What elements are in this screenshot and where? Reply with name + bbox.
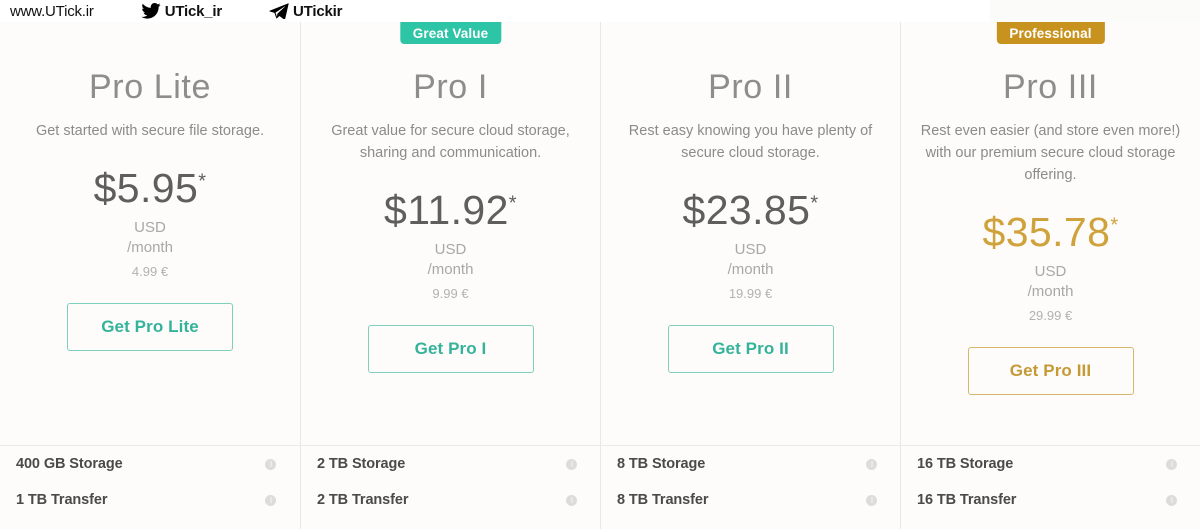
currency-period: /month <box>427 260 474 278</box>
currency-period: /month <box>1027 282 1074 300</box>
feature-row: 16 TB Transfer <box>901 482 1200 518</box>
plan-description: Rest even easier (and store even more!) … <box>920 123 1181 184</box>
feature-row: 2 TB Storage <box>301 446 601 482</box>
feature-label: 16 TB Transfer <box>917 492 1017 508</box>
feature-label: 8 TB Transfer <box>617 492 709 508</box>
professional-badge: Professional <box>996 22 1105 44</box>
info-icon[interactable] <box>566 458 577 470</box>
get-pro-lite-button[interactable]: Get Pro Lite <box>67 302 233 351</box>
euro-price: 9.99 € <box>432 285 469 301</box>
watermark-twitter: UTick_ir <box>140 3 222 20</box>
plan-name: Pro Lite <box>89 68 211 106</box>
great-value-badge: Great Value <box>399 22 502 44</box>
feature-row: 8 TB Transfer <box>601 482 901 518</box>
pricing-page: Pro Lite Get started with secure file st… <box>0 0 1200 529</box>
euro-price: 4.99 € <box>131 263 169 279</box>
price-amount: $5.95 <box>93 165 199 212</box>
feature-label: 2 TB Transfer <box>317 492 409 508</box>
feature-label: 16 TB Storage <box>917 456 1014 472</box>
info-icon[interactable] <box>1166 494 1177 506</box>
cta-wrapper: Get Pro Lite <box>0 302 300 351</box>
pricing-card-pro-lite[interactable]: Pro Lite Get started with secure file st… <box>0 22 300 529</box>
feature-label: 400 GB Storage <box>16 456 123 472</box>
currency-code: USD <box>1034 263 1067 281</box>
price-currency: USD /month <box>0 218 300 258</box>
euro-price: 29.99 € <box>1028 307 1073 323</box>
watermark-telegram-handle: UTickir <box>293 2 343 20</box>
watermark-site: www.UTick.ir <box>10 3 94 20</box>
plan-price: $11.92* <box>384 190 517 231</box>
watermark-site-text: www.UTick.ir <box>10 2 94 20</box>
price-asterisk: * <box>198 170 207 193</box>
pricing-card-grid: Pro Lite Get started with secure file st… <box>0 22 1200 529</box>
price-block: $23.85* USD /month 19.99 € <box>601 190 900 301</box>
feature-row: 400 GB Storage <box>0 446 300 482</box>
telegram-paper-plane-icon <box>268 3 290 20</box>
feature-list: 2 TB Storage 2 TB Transfer <box>301 446 601 518</box>
plan-price: $5.95* <box>94 168 207 209</box>
watermark-bar: www.UTick.ir UTick_ir UTickir <box>0 0 1200 22</box>
feature-row: 16 TB Storage <box>901 446 1200 482</box>
twitter-bird-icon <box>140 3 162 19</box>
price-asterisk: * <box>810 192 819 215</box>
feature-row: 8 TB Storage <box>601 446 901 482</box>
watermark-telegram: UTickir <box>268 3 342 20</box>
plan-description: Great value for secure cloud storage, sh… <box>331 123 570 162</box>
plan-description: Rest easy knowing you have plenty of sec… <box>628 123 873 162</box>
plan-name: Pro II <box>708 68 793 106</box>
price-asterisk: * <box>508 192 517 215</box>
cta-wrapper: Get Pro I <box>301 324 600 373</box>
price-asterisk: * <box>1110 214 1119 237</box>
currency-code: USD <box>434 241 467 259</box>
pricing-card-pro-ii[interactable]: Pro II Rest easy knowing you have plenty… <box>600 22 901 529</box>
feature-label: 2 TB Storage <box>317 456 406 472</box>
feature-label: 8 TB Storage <box>617 456 706 472</box>
feature-row: 1 TB Transfer <box>0 482 300 518</box>
euro-price: 19.99 € <box>728 285 773 301</box>
currency-period: /month <box>127 238 173 256</box>
plan-description: Get started with secure file storage. <box>35 123 265 139</box>
price-amount: $23.85 <box>682 187 811 234</box>
get-pro-iii-button[interactable]: Get Pro III <box>967 346 1134 395</box>
get-pro-ii-button[interactable]: Get Pro II <box>667 324 834 373</box>
watermark-filler <box>990 0 1200 22</box>
currency-code: USD <box>134 219 166 237</box>
plan-price: $35.78* <box>983 212 1119 253</box>
info-icon[interactable] <box>1166 458 1177 470</box>
pricing-card-pro-i[interactable]: Great Value Pro I Great value for secure… <box>300 22 601 529</box>
watermark-twitter-handle: UTick_ir <box>164 2 223 20</box>
feature-list: 400 GB Storage 1 TB Transfer <box>0 446 300 518</box>
currency-code: USD <box>734 241 767 259</box>
cta-wrapper: Get Pro II <box>601 324 900 373</box>
price-amount: $35.78 <box>982 209 1111 256</box>
plan-name: Pro I <box>413 68 488 106</box>
price-block: $35.78* USD /month 29.99 € <box>901 212 1200 323</box>
plan-name: Pro III <box>1003 68 1098 106</box>
feature-list: 8 TB Storage 8 TB Transfer <box>601 446 901 518</box>
pricing-card-pro-iii[interactable]: Professional Pro III Rest even easier (a… <box>900 22 1200 529</box>
price-block: $5.95* USD /month 4.99 € <box>0 168 300 279</box>
feature-row: 2 TB Transfer <box>301 482 601 518</box>
price-amount: $11.92 <box>384 187 509 234</box>
info-icon[interactable] <box>265 458 276 470</box>
cta-wrapper: Get Pro III <box>901 346 1200 395</box>
price-block: $11.92* USD /month 9.99 € <box>301 190 600 301</box>
price-currency: USD /month <box>601 240 900 280</box>
price-currency: USD /month <box>301 240 600 280</box>
badge-spacer <box>601 22 900 44</box>
get-pro-i-button[interactable]: Get Pro I <box>367 324 534 373</box>
info-icon[interactable] <box>566 494 577 506</box>
price-currency: USD /month <box>901 262 1200 302</box>
currency-period: /month <box>727 260 774 278</box>
info-icon[interactable] <box>265 494 276 506</box>
feature-label: 1 TB Transfer <box>16 492 108 508</box>
plan-price: $23.85* <box>683 190 819 231</box>
feature-list: 16 TB Storage 16 TB Transfer <box>901 446 1200 518</box>
badge-spacer <box>0 22 300 44</box>
info-icon[interactable] <box>866 458 877 470</box>
info-icon[interactable] <box>866 494 877 506</box>
